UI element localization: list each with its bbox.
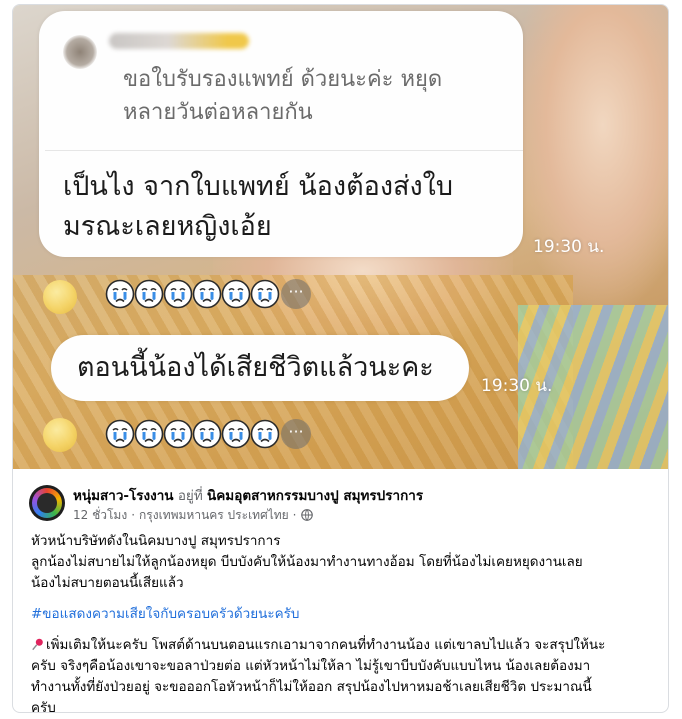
more-reactions-icon: ··· [281,279,311,309]
quoted-message: ขอใบรับรองแพทย์ ด้วยนะค่ะ หยุด หลายวันต่… [123,63,503,129]
post-time-link[interactable]: 12 ชั่วโมง [73,507,127,523]
post-title: หนุ่มสาว-โรงงาน อยู่ที่ นิคมอุตสาหกรรมบา… [73,487,423,505]
post-text-line: น้องไม่สบายตอนนี้เสียแล้ว [31,575,184,591]
crying-face-icon [221,419,251,449]
quoted-message-line: ขอใบรับรองแพทย์ ด้วยนะค่ะ หยุด [123,67,443,92]
post-header: หนุ่มสาว-โรงงาน อยู่ที่ นิคมอุตสาหกรรมบา… [13,471,668,523]
post-text-line: ทำงานทั้งที่ยังป่วยอยู่ จะขอออกโอหัวหน้า… [31,679,592,695]
photo-background [513,5,668,305]
crying-face-icon [105,279,135,309]
reply-message-line: เป็นไง จากใบแพทย์ น้องต้องส่งใบ [63,171,453,202]
second-message: ตอนนี้น้องได้เสียชีวิตแล้วนะคะ [77,352,434,383]
at-label: อยู่ที่ [177,488,203,504]
bubble-divider [45,150,523,151]
hashtag-link[interactable]: #ขอแสดงความเสียใจกับครอบครัวด้วยนะครับ [31,606,299,622]
meta-separator: · [292,508,297,522]
smiley-icon [43,418,77,452]
crying-face-icon [134,279,164,309]
smiley-icon [43,280,77,314]
quoted-message-line: หลายวันต่อหลายกัน [123,100,313,125]
reply-message: เป็นไง จากใบแพทย์ น้องต้องส่งใบ มรณะเลยห… [63,167,513,247]
post-meta: 12 ชั่วโมง · กรุงเทพมหานคร ประเทศไทย · [73,507,313,523]
crying-face-icon [134,419,164,449]
reaction-row: ··· [105,417,311,451]
message-time: 19:30 น. [481,376,553,396]
chat-bubble-second: ตอนนี้น้องได้เสียชีวิตแล้วนะคะ [51,335,469,401]
reaction-row: ··· [105,277,311,311]
more-reactions-icon: ··· [281,419,311,449]
message-time: 19:30 น. [533,237,605,257]
crying-face-icon [105,419,135,449]
post-body: หัวหน้าบริษัทดังในนิคมบางปู สมุทรปราการ … [31,531,656,713]
crying-face-icon [163,279,193,309]
crying-face-icon [250,279,280,309]
blurred-name [109,33,249,49]
post-text-line: ครับ [31,700,56,713]
location-link[interactable]: นิคมอุตสาหกรรมบางปู สมุทรปราการ [207,488,423,504]
crying-face-icon [250,419,280,449]
blurred-avatar [63,35,97,69]
post-place: กรุงเทพมหานคร ประเทศไทย [139,508,289,522]
post-text-line: เพิ่มเติมให้นะครับ โพสต์ด้านบนตอนแรกเอาม… [46,637,606,653]
crying-face-icon [192,419,222,449]
pushpin-icon [31,637,45,651]
page-name-link[interactable]: หนุ่มสาว-โรงงาน [73,488,174,504]
post-photo[interactable]: ขอใบรับรองแพทย์ ด้วยนะค่ะ หยุด หลายวันต่… [13,5,668,469]
post-text-line: ลูกน้องไม่สบายไม่ให้ลูกน้องหยุด บีบบังคั… [31,554,583,570]
post-text-line: หัวหน้าบริษัทดังในนิคมบางปู สมุทรปราการ [31,533,281,549]
page-logo-icon [32,488,62,518]
meta-separator: · [131,508,136,522]
page-avatar[interactable] [29,485,65,521]
reply-message-line: มรณะเลยหญิงเอ้ย [63,211,272,242]
crying-face-icon [192,279,222,309]
post-text-line: ครับ จริงๆคือน้องเขาจะขอลาป่วยต่อ แต่หัว… [31,658,591,674]
post-card: ขอใบรับรองแพทย์ ด้วยนะค่ะ หยุด หลายวันต่… [12,4,669,713]
globe-icon[interactable] [300,509,313,521]
crying-face-icon [221,279,251,309]
crying-face-icon [163,419,193,449]
